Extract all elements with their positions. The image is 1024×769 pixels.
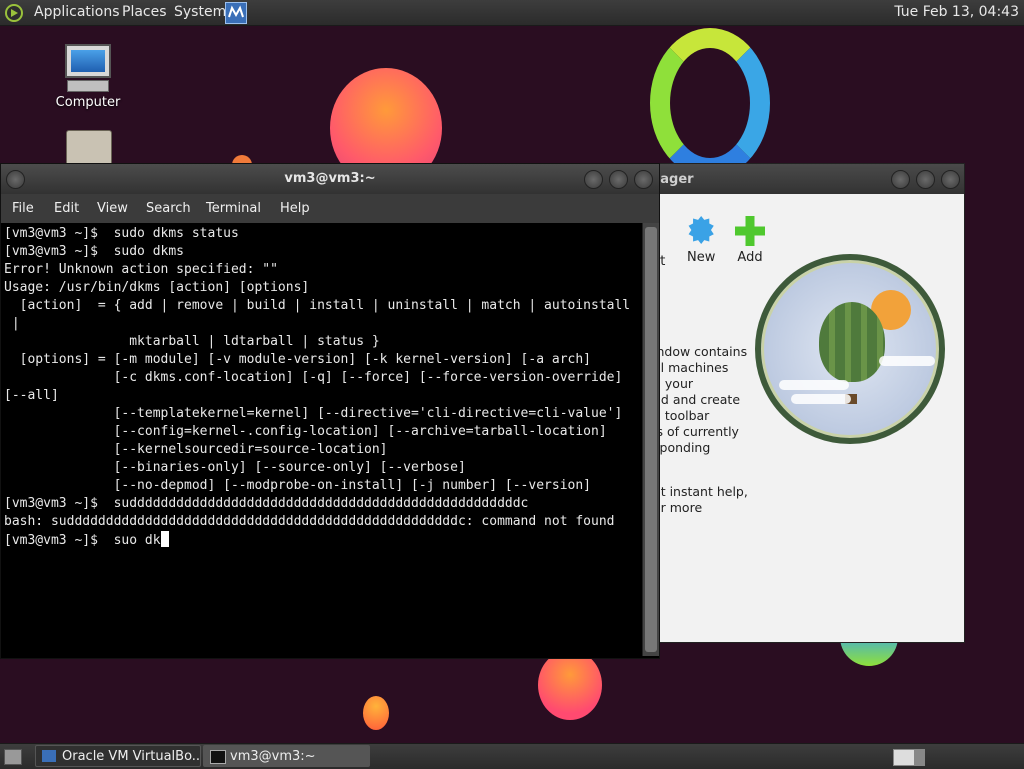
menu-view[interactable]: View	[97, 201, 128, 216]
terminal-window[interactable]: vm3@vm3:~ File Edit View Search Terminal…	[0, 163, 660, 659]
computer-icon	[65, 44, 111, 78]
terminal-line: mktarball | ldtarball | status }	[4, 334, 380, 349]
desktop-icon-computer[interactable]: Computer	[43, 44, 133, 110]
menu-help[interactable]: Help	[280, 201, 310, 216]
terminal-line: [-c dkms.conf-location] [-q] [--force] […	[4, 370, 623, 385]
distro-logo-icon[interactable]	[4, 3, 24, 23]
terminal-line: [vm3@vm3 ~]$ sudo dkms	[4, 244, 185, 259]
vbox-content: ort New Add ! indow contains al machines…	[631, 194, 964, 642]
menu-edit[interactable]: Edit	[54, 201, 79, 216]
terminal-scrollbar[interactable]	[642, 223, 659, 656]
welcome-line: n your	[653, 376, 694, 391]
taskbar-item-terminal[interactable]: vm3@vm3:~	[203, 745, 370, 767]
task-label: Oracle VM VirtualBo...	[62, 749, 201, 764]
tool-label: Add	[737, 250, 763, 265]
add-plus-icon	[735, 216, 765, 246]
applications-menu[interactable]: Applications	[34, 4, 120, 20]
virtualbox-icon	[42, 750, 56, 762]
top-panel: Applications Places System Tue Feb 13, 0…	[0, 0, 1024, 26]
welcome-line: dd and create	[653, 392, 741, 407]
terminal-menubar: File Edit View Search Terminal Help	[1, 194, 659, 223]
add-vm-button[interactable]: Add	[735, 216, 765, 265]
tool-label: New	[687, 250, 716, 265]
cloud-shape	[879, 356, 935, 366]
terminal-line: Error! Unknown action specified: ""	[4, 262, 278, 277]
menu-file[interactable]: File	[12, 201, 34, 216]
welcome-line: al machines	[653, 360, 729, 375]
close-button[interactable]	[634, 170, 653, 189]
welcome-line: g toolbar	[653, 408, 710, 423]
terminal-titlebar[interactable]: vm3@vm3:~	[1, 164, 659, 194]
wallpaper-ball	[538, 650, 602, 720]
places-menu[interactable]: Places	[122, 4, 167, 20]
menu-search[interactable]: Search	[146, 201, 191, 216]
terminal-input-line[interactable]: [vm3@vm3 ~]$ suo dk	[4, 531, 643, 549]
vbox-titlebar[interactable]: nager	[631, 164, 964, 194]
menu-terminal[interactable]: Terminal	[206, 201, 261, 216]
welcome-text: indow contains al machines n your dd and…	[653, 344, 763, 456]
virtualbox-manager-window[interactable]: nager ort New Add ! indow contains al ma…	[630, 163, 965, 643]
welcome-line: indow contains	[653, 344, 748, 359]
balloon-illustration-icon	[755, 254, 945, 444]
close-button[interactable]	[941, 170, 960, 189]
workspace-switcher[interactable]	[893, 749, 925, 766]
show-desktop-icon[interactable]	[4, 749, 22, 765]
terminal-line: [--no-depmod] [--modprobe-on-install] [-…	[4, 478, 591, 493]
terminal-line: [action] = { add | remove | build | inst…	[4, 298, 631, 313]
new-star-icon	[688, 216, 714, 244]
terminal-line: Usage: /usr/bin/dkms [action] [options]	[4, 280, 310, 295]
wallpaper-ball	[363, 696, 389, 730]
taskbar-item-virtualbox[interactable]: Oracle VM VirtualBo...	[35, 745, 201, 767]
terminal-line: bash: sudddddddddddddddddddddddddddddddd…	[4, 514, 615, 529]
minimize-button[interactable]	[584, 170, 603, 189]
balloon-shape	[819, 302, 885, 382]
desktop-icon-label: Computer	[55, 95, 121, 110]
current-input: [vm3@vm3 ~]$ suo dk	[4, 533, 161, 548]
terminal-line: [--kernelsourcedir=source-location]	[4, 442, 388, 457]
virtualbox-launcher-icon[interactable]	[225, 2, 247, 24]
help-line: or more	[653, 500, 703, 515]
maximize-button[interactable]	[609, 170, 628, 189]
terminal-line: [--templatekernel=kernel] [--directive='…	[4, 406, 623, 421]
computer-icon-base	[67, 80, 109, 92]
terminal-icon	[210, 750, 226, 764]
welcome-line: sponding	[653, 440, 711, 455]
welcome-line: ls of currently	[653, 424, 739, 439]
home-folder-icon[interactable]	[66, 130, 112, 166]
text-cursor	[160, 531, 169, 547]
task-label: vm3@vm3:~	[230, 749, 316, 764]
minimize-button[interactable]	[891, 170, 910, 189]
wallpaper-ring	[650, 28, 770, 178]
terminal-line: |	[4, 316, 20, 331]
terminal-line: [vm3@vm3 ~]$ suddddddddddddddddddddddddd…	[4, 496, 529, 511]
system-menu[interactable]: System	[174, 4, 226, 20]
clock[interactable]: Tue Feb 13, 04:43	[894, 4, 1019, 20]
cloud-shape	[791, 394, 851, 404]
cloud-shape	[779, 380, 849, 390]
terminal-line: [--config=kernel-.config-location] [--ar…	[4, 424, 607, 439]
welcome-help-text: et instant help, or more	[653, 484, 748, 516]
new-vm-button[interactable]: New	[687, 216, 715, 265]
terminal-output[interactable]: [vm3@vm3 ~]$ sudo dkms status [vm3@vm3 ~…	[1, 223, 643, 656]
terminal-line: [--binaries-only] [--source-only] [--ver…	[4, 460, 466, 475]
terminal-line: [--all]	[4, 388, 59, 403]
help-line: et instant help,	[653, 484, 748, 499]
terminal-line: [vm3@vm3 ~]$ sudo dkms status	[4, 226, 239, 241]
scrollbar-thumb[interactable]	[645, 227, 657, 652]
terminal-line: [options] = [-m module] [-v module-versi…	[4, 352, 591, 367]
bottom-panel: Oracle VM VirtualBo... vm3@vm3:~	[0, 743, 1024, 769]
window-title: vm3@vm3:~	[284, 171, 376, 186]
maximize-button[interactable]	[916, 170, 935, 189]
